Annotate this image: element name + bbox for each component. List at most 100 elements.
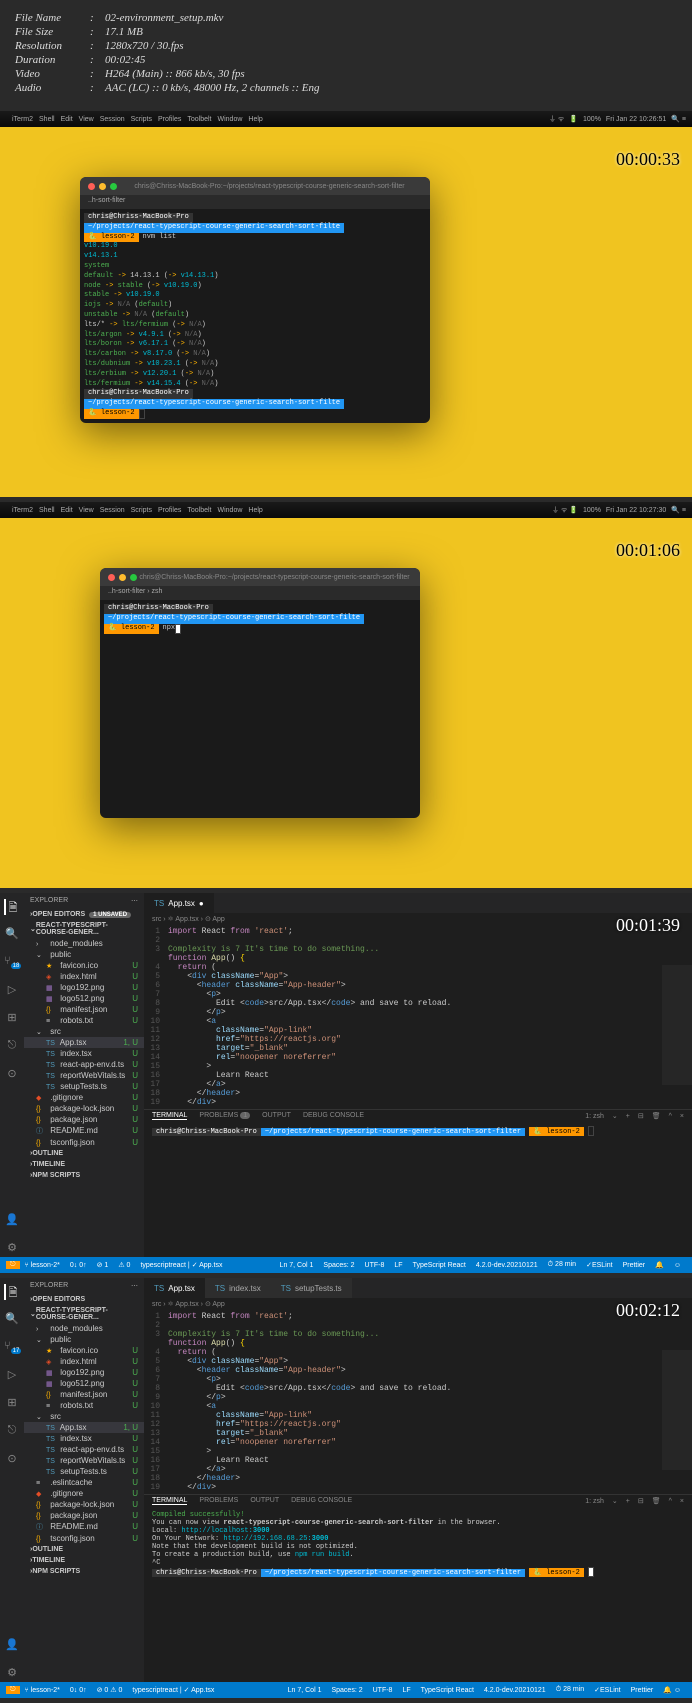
trash-icon[interactable]: 🗑 (652, 1112, 661, 1120)
tab-app-tsx[interactable]: TS App.tsx ● (144, 893, 214, 913)
tree-item[interactable]: ▦ logo192.pngU (24, 1367, 144, 1378)
search-icon[interactable]: 🔍 ≡ (671, 115, 686, 123)
timestamp: 00:02:12 (616, 1300, 680, 1321)
tree-item[interactable]: ⓘ README.mdU (24, 1125, 144, 1137)
tree-item[interactable]: {} manifest.jsonU (24, 1004, 144, 1015)
status-bar: ⎋ ⑂ lesson-2* 0↓ 0↑ ⊘ 1 ⚠ 0 typescriptre… (0, 1257, 692, 1273)
tab-app-tsx[interactable]: TS App.tsx (144, 1278, 205, 1298)
source-control-icon[interactable]: ⑂17 (4, 1340, 20, 1356)
remote-indicator[interactable]: ⎋ (6, 1261, 20, 1269)
app-name[interactable]: iTerm2 (12, 116, 33, 123)
debug-icon[interactable]: ▷ (4, 983, 20, 999)
minimap[interactable] (662, 1350, 692, 1470)
explorer-icon[interactable]: 🗎 (4, 1284, 20, 1300)
github-icon[interactable]: ⊙ (4, 1067, 20, 1083)
explorer-icon[interactable]: 🗎 (4, 899, 20, 915)
battery-icon[interactable]: 🔋 (569, 115, 578, 123)
mac-menubar: iTerm2 Shell Edit View Session Scripts P… (0, 111, 692, 127)
terminal-window[interactable]: chris@Chriss-MacBook-Pro:~/projects/reac… (100, 568, 420, 818)
tree-item[interactable]: › node_modules (24, 938, 144, 949)
output-tab[interactable]: OUTPUT (262, 1112, 291, 1120)
explorer-sidebar: EXPLORER⋯ › OPEN EDITORS ⌄ REACT-TYPESCR… (24, 1278, 144, 1682)
tree-item[interactable]: TS reportWebVitals.tsU (24, 1455, 144, 1466)
terminal-tab[interactable]: ..h-sort-filter (80, 195, 430, 209)
minimap[interactable] (662, 965, 692, 1085)
maximize-panel-icon[interactable]: ^ (669, 1113, 672, 1120)
tree-item[interactable]: ▦ logo192.pngU (24, 982, 144, 993)
tree-item[interactable]: TS index.tsxU (24, 1433, 144, 1444)
code-editor[interactable]: 1import React from 'react';23Complexity … (144, 925, 692, 1109)
tree-item[interactable]: ⌄ src (24, 1026, 144, 1037)
tree-item[interactable]: ★ favicon.icoU (24, 960, 144, 971)
terminal-output[interactable]: chris@Chriss-MacBook-Pro~/projects/react… (80, 209, 430, 423)
tree-item[interactable]: ≡ robots.txtU (24, 1400, 144, 1411)
file-metadata: File Name:02-environment_setup.mkv File … (0, 0, 692, 106)
frame-2: iTerm2 Shell Edit View Session Scripts P… (0, 502, 692, 888)
breadcrumb[interactable]: src › ⚛ App.tsx › ⊙ App (144, 913, 692, 925)
shell-select[interactable]: 1: zsh (585, 1113, 604, 1120)
tree-item[interactable]: TS react-app-env.d.tsU (24, 1444, 144, 1455)
tree-item[interactable]: {} package.jsonU (24, 1114, 144, 1125)
source-control-icon[interactable]: ⑂18 (4, 955, 20, 971)
explorer-sidebar: EXPLORER⋯ › OPEN EDITORS 1 UNSAVED ⌄ REA… (24, 893, 144, 1257)
tree-item[interactable]: TS setupTests.tsU (24, 1081, 144, 1092)
close-icon[interactable] (88, 183, 95, 190)
frame-3: 00:01:39 🗎 🔍 ⑂18 ▷ ⊞ ⎋ ⊙ 👤 ⚙ EXPLORER⋯ ›… (0, 893, 692, 1273)
tree-item[interactable]: {} tsconfig.jsonU (24, 1533, 144, 1544)
search-icon[interactable]: 🔍 (4, 1312, 20, 1328)
remote-icon[interactable]: ⎋ (4, 1039, 20, 1055)
tree-item[interactable]: ◈ index.htmlU (24, 1356, 144, 1367)
terminal-titlebar[interactable]: chris@Chriss-MacBook-Pro:~/projects/reac… (80, 177, 430, 195)
tree-item[interactable]: {} package-lock.jsonU (24, 1499, 144, 1510)
tree-item[interactable]: › node_modules (24, 1323, 144, 1334)
tree-item[interactable]: TS reportWebVitals.tsU (24, 1070, 144, 1081)
tree-item[interactable]: ≡ .eslintcacheU (24, 1477, 144, 1488)
tree-item[interactable]: ▦ logo512.pngU (24, 1378, 144, 1389)
tree-item[interactable]: ⌄ public (24, 1334, 144, 1345)
bell-icon[interactable]: 🔔 (650, 1261, 669, 1269)
close-panel-icon[interactable]: × (680, 1113, 684, 1120)
tree-item[interactable]: TS App.tsx1, U (24, 1037, 144, 1048)
tree-item[interactable]: ◈ index.htmlU (24, 971, 144, 982)
timestamp: 00:00:33 (616, 149, 680, 170)
tree-item[interactable]: ⌄ src (24, 1411, 144, 1422)
tree-item[interactable]: TS index.tsxU (24, 1048, 144, 1059)
tree-item[interactable]: ◆ .gitignoreU (24, 1092, 144, 1103)
tree-item[interactable]: ▦ logo512.pngU (24, 993, 144, 1004)
account-icon[interactable]: 👤 (4, 1213, 20, 1229)
tree-item[interactable]: ★ favicon.icoU (24, 1345, 144, 1356)
terminal-window[interactable]: chris@Chriss-MacBook-Pro:~/projects/reac… (80, 177, 430, 423)
tree-item[interactable]: ◆ .gitignoreU (24, 1488, 144, 1499)
feedback-icon[interactable]: ☺ (669, 1262, 686, 1269)
minimize-icon[interactable] (99, 183, 106, 190)
extensions-icon[interactable]: ⊞ (4, 1396, 20, 1412)
tree-item[interactable]: {} tsconfig.jsonU (24, 1137, 144, 1148)
debug-icon[interactable]: ▷ (4, 1368, 20, 1384)
terminal-tab[interactable]: TERMINAL (152, 1112, 187, 1120)
search-icon[interactable]: 🔍 (4, 927, 20, 943)
remote-icon[interactable]: ⎋ (4, 1424, 20, 1440)
tab-setuptests[interactable]: TS setupTests.ts (271, 1278, 352, 1298)
wifi-icon[interactable]: ⏚ ᯤ (549, 114, 564, 124)
tab-index-tsx[interactable]: TS index.tsx (205, 1278, 271, 1298)
settings-icon[interactable]: ⚙ (4, 1666, 20, 1682)
tree-item[interactable]: TS setupTests.tsU (24, 1466, 144, 1477)
tree-item[interactable]: ⓘ README.mdU (24, 1521, 144, 1533)
code-editor[interactable]: 1import React from 'react';23Complexity … (144, 1310, 692, 1494)
tree-item[interactable]: {} manifest.jsonU (24, 1389, 144, 1400)
git-branch[interactable]: ⑂ lesson-2* (20, 1262, 65, 1269)
debug-console-tab[interactable]: DEBUG CONSOLE (303, 1112, 364, 1120)
tree-item[interactable]: TS App.tsx1, U (24, 1422, 144, 1433)
tree-item[interactable]: {} package.jsonU (24, 1510, 144, 1521)
settings-icon[interactable]: ⚙ (4, 1241, 20, 1257)
problems-tab[interactable]: PROBLEMS 1 (199, 1112, 250, 1120)
extensions-icon[interactable]: ⊞ (4, 1011, 20, 1027)
new-terminal-icon[interactable]: + (626, 1113, 630, 1120)
split-icon[interactable]: ⊟ (638, 1112, 644, 1120)
tree-item[interactable]: {} package-lock.jsonU (24, 1103, 144, 1114)
maximize-icon[interactable] (110, 183, 117, 190)
tree-item[interactable]: ⌄ public (24, 949, 144, 960)
tree-item[interactable]: ≡ robots.txtU (24, 1015, 144, 1026)
tree-item[interactable]: TS react-app-env.d.tsU (24, 1059, 144, 1070)
github-icon[interactable]: ⊙ (4, 1452, 20, 1468)
